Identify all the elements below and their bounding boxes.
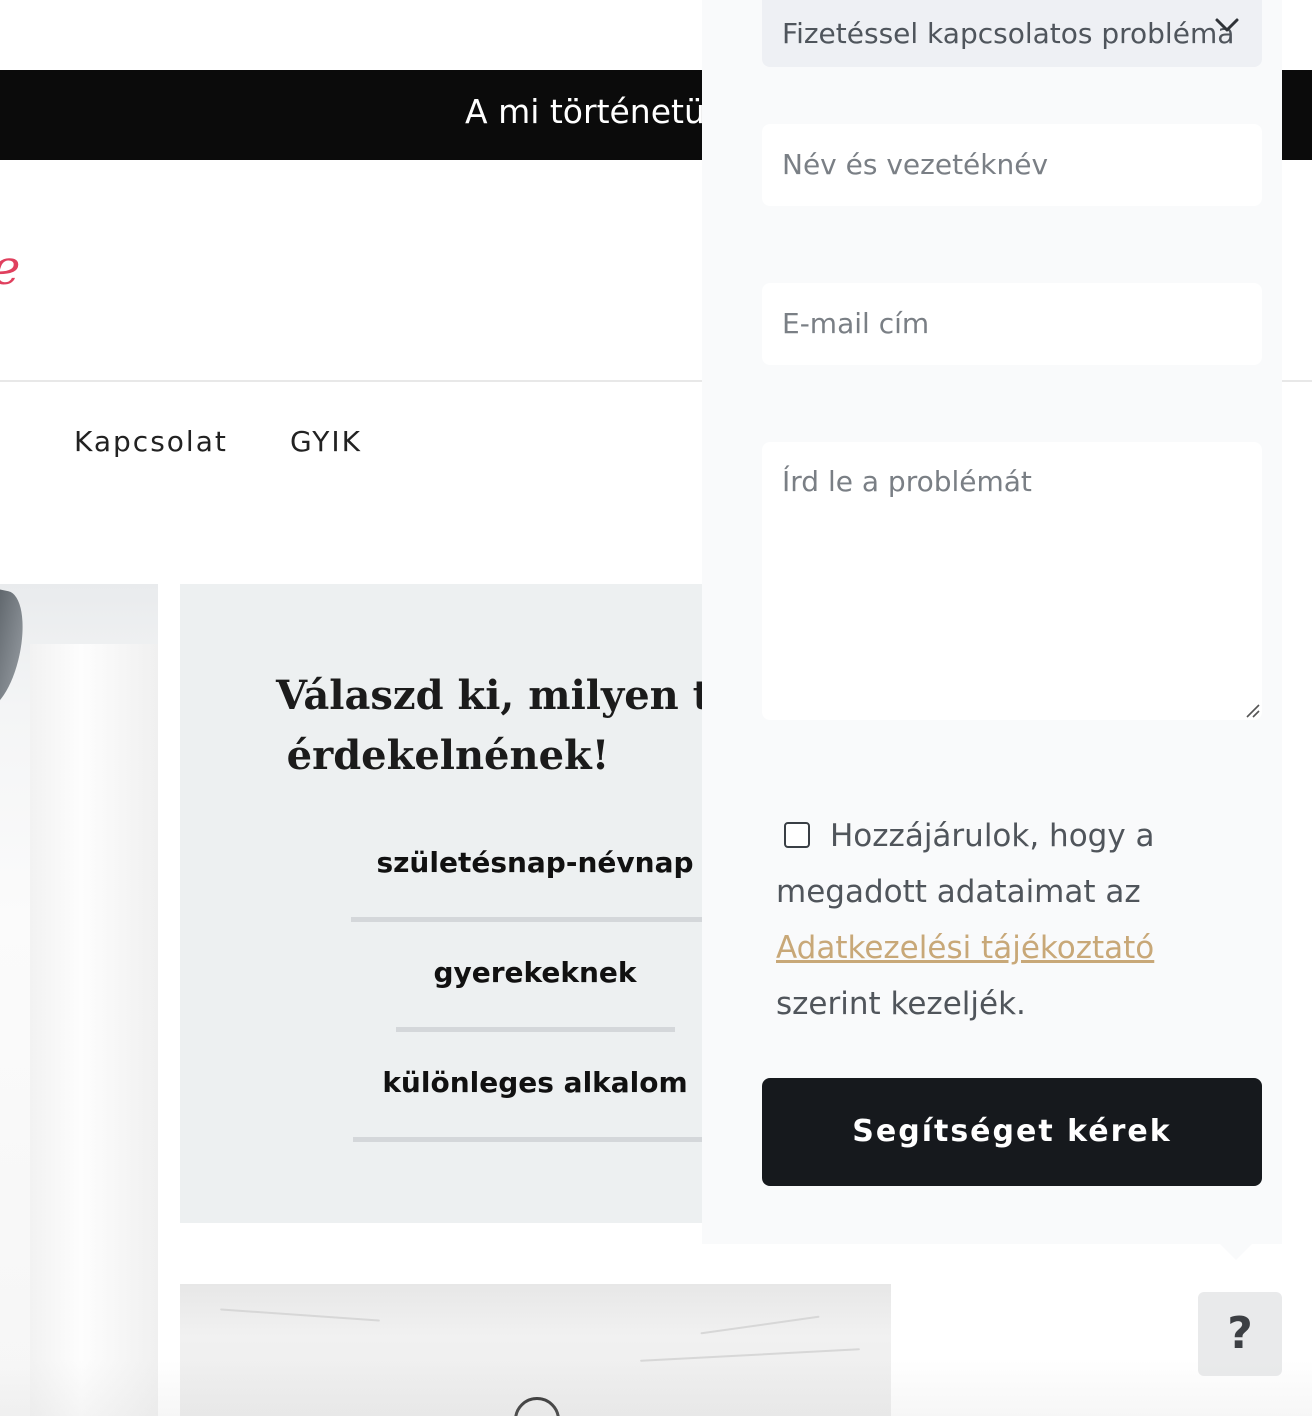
- nav-item-gyik[interactable]: GYIK: [290, 425, 362, 458]
- consent-checkbox[interactable]: [784, 821, 810, 848]
- problem-description-placeholder: Írd le a problémát: [782, 465, 1032, 498]
- topic-select-value: Fizetéssel kapcsolatos probléma: [782, 17, 1235, 50]
- name-field-placeholder: Név és vezetéknév: [782, 148, 1049, 181]
- resize-handle-icon[interactable]: [1244, 702, 1260, 718]
- category-divider: [353, 1137, 710, 1142]
- category-link-birthday[interactable]: születésnap-névnap: [330, 846, 710, 879]
- topic-select[interactable]: Fizetéssel kapcsolatos probléma: [762, 0, 1262, 67]
- help-button[interactable]: ?: [1198, 1292, 1282, 1376]
- category-divider: [351, 917, 710, 922]
- panel-pointer: [1220, 1244, 1252, 1260]
- category-link-kids[interactable]: gyerekeknek: [330, 956, 710, 989]
- category-divider: [396, 1027, 675, 1032]
- help-panel: Fizetéssel kapcsolatos probléma Név és v…: [702, 0, 1282, 1244]
- name-field[interactable]: Név és vezetéknév: [762, 124, 1262, 206]
- product-image: [180, 1284, 891, 1416]
- logo[interactable]: e: [0, 238, 20, 298]
- submit-help-button[interactable]: Segítséget kérek: [762, 1078, 1262, 1186]
- nav-item-kapcsolat[interactable]: Kapcsolat: [74, 425, 228, 458]
- privacy-policy-link[interactable]: Adatkezelési tájékoztató: [776, 930, 1154, 966]
- chevron-down-icon: [1215, 18, 1239, 32]
- question-icon: ?: [1227, 1308, 1253, 1359]
- email-field[interactable]: E-mail cím: [762, 283, 1262, 365]
- email-field-placeholder: E-mail cím: [782, 307, 930, 340]
- consent-text: Hozzájárulok, hogy a megadott adataimat …: [776, 818, 1155, 1022]
- category-card: Válaszd ki, milyen term érdekelnének! sz…: [180, 584, 710, 1223]
- problem-description-textarea[interactable]: Írd le a problémát: [762, 442, 1262, 720]
- category-card-title: Válaszd ki, milyen term érdekelnének!: [275, 672, 710, 779]
- hero-image: [0, 584, 158, 1416]
- category-link-special[interactable]: különleges alkalom: [330, 1066, 710, 1099]
